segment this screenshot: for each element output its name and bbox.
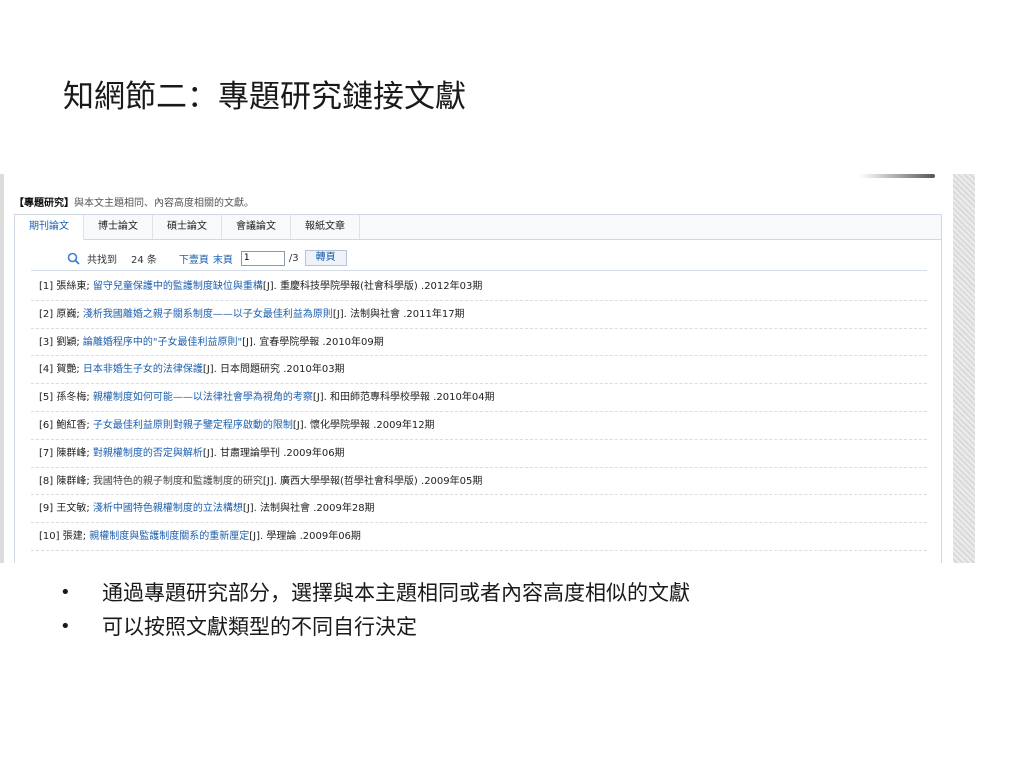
result-index: [10]: [39, 531, 60, 543]
pager: 共找到 24 条 下壹頁 末頁 /3 轉頁: [67, 249, 347, 267]
result-index: [9]: [39, 503, 54, 515]
result-index: [8]: [39, 475, 54, 487]
found-label: 共找到: [87, 254, 117, 266]
result-title-link[interactable]: 對親權制度的否定與解析: [93, 448, 203, 459]
result-row: [4] 賀艷; 日本非婚生子女的法律保護[J]. 日本問題研究 .2010年03…: [31, 356, 927, 385]
result-row: [8] 陳群峰; 我國特色的親子制度和監護制度的研究[J]. 廣西大學學報(哲學…: [31, 468, 927, 496]
result-row: [10] 張建; 親權制度與監護制度關系的重新厘定[J]. 學理論 .2009年…: [31, 523, 927, 551]
result-index: [3]: [39, 336, 54, 348]
bullet-item: 可以按照文獻類型的不同自行決定: [60, 610, 690, 644]
result-title-link[interactable]: 留守兒童保護中的監護制度缺位與重構: [93, 281, 263, 292]
tab-3[interactable]: 碩士論文: [153, 215, 222, 239]
result-index: [5]: [39, 392, 54, 404]
result-source: [J]. 重慶科技學院學報(社會科學版) .2012年03期: [262, 281, 483, 292]
result-author[interactable]: 賀艷;: [56, 364, 79, 375]
result-index: [2]: [39, 308, 54, 320]
results-panel: 期刊論文博士論文碩士論文會議論文報紙文章 共找到 24 条 下壹頁 末頁 /3 …: [14, 214, 942, 563]
result-source: [J]. 廣西大學學報(哲學社會科學版) .2009年05期: [262, 475, 483, 487]
slide-title: 知網節二：專題研究鏈接文獻: [63, 79, 466, 115]
result-index: [4]: [39, 364, 54, 376]
result-row: [7] 陳群峰; 對親權制度的否定與解析[J]. 甘肅理論學刊 .2009年06…: [31, 440, 927, 468]
results-list: [1] 張絲東; 留守兒童保護中的監護制度缺位與重構[J]. 重慶科技學院學報(…: [31, 273, 927, 551]
result-author[interactable]: 陳群峰;: [56, 448, 89, 459]
result-row: [3] 劉穎; 論離婚程序中的"子女最佳利益原則"[J]. 宜春學院學報 .20…: [31, 329, 927, 357]
result-author[interactable]: 鮑紅香;: [56, 420, 89, 431]
result-title-link[interactable]: 親權制度如何可能——以法律社會學為視角的考察: [93, 392, 313, 403]
tab-4[interactable]: 會議論文: [222, 215, 291, 239]
result-row: [5] 孫冬梅; 親權制度如何可能——以法律社會學為視角的考察[J]. 和田師范…: [31, 384, 927, 412]
screenshot-left-edge: [0, 174, 4, 563]
search-icon: [67, 252, 80, 265]
pager-divider: [31, 270, 927, 271]
tab-2[interactable]: 博士論文: [84, 215, 153, 239]
result-author[interactable]: 張建;: [63, 531, 86, 542]
result-row: [1] 張絲東; 留守兒童保護中的監護制度缺位與重構[J]. 重慶科技學院學報(…: [31, 273, 927, 301]
bullet-item: 通過專題研究部分，選擇與本主題相同或者內容高度相似的文獻: [60, 576, 690, 610]
result-index: [7]: [39, 447, 54, 459]
result-source: [J]. 宜春學院學報 .2010年09期: [242, 336, 384, 348]
result-author[interactable]: 劉穎;: [56, 337, 79, 348]
next-page-link[interactable]: 下壹頁: [179, 251, 209, 266]
page-number-input[interactable]: [240, 250, 285, 266]
result-author[interactable]: 原巍;: [56, 309, 79, 320]
result-row: [6] 鮑紅香; 子女最佳利益原則對親子鑒定程序啟動的限制[J]. 懷化學院學報…: [31, 412, 927, 440]
result-title-link[interactable]: 淺析中國特色親權制度的立法構想: [93, 503, 243, 514]
section-tag: 【專題研究】: [14, 198, 74, 209]
result-title-link[interactable]: 我國特色的親子制度和監護制度的研究: [93, 476, 263, 487]
result-source: [J]. 法制與社會 .2011年17期: [332, 308, 465, 320]
result-title-link[interactable]: 論離婚程序中的"子女最佳利益原則": [83, 337, 242, 348]
result-index: [1]: [39, 281, 54, 292]
last-page-link[interactable]: 末頁: [213, 251, 233, 266]
screenshot-right-border: [953, 174, 975, 563]
result-index: [6]: [39, 419, 54, 431]
document-type-tabs: 期刊論文 博士論文 碩士論文 會議論文 報紙文章: [15, 215, 941, 240]
result-source: [J]. 甘肅理論學刊 .2009年06期: [202, 447, 345, 459]
tab-5[interactable]: 報紙文章: [291, 215, 360, 239]
result-author[interactable]: 陳群峰;: [56, 476, 89, 487]
tab-1[interactable]: 期刊論文: [15, 215, 84, 240]
result-source: [J]. 日本問題研究 .2010年03期: [202, 364, 345, 376]
go-to-page-button[interactable]: 轉頁: [304, 250, 347, 266]
result-row: [9] 王文敏; 淺析中國特色親權制度的立法構想[J]. 法制與社會 .2009…: [31, 495, 927, 524]
result-author[interactable]: 王文敏;: [56, 503, 89, 514]
section-header: 【專題研究】與本文主題相同、內容高度相關的文獻。: [14, 194, 254, 209]
result-title-link[interactable]: 淺析我國離婚之親子關系制度——以子女最佳利益為原則: [83, 309, 333, 320]
result-count: 24 条: [131, 254, 157, 266]
screenshot-shadow: [860, 174, 935, 178]
section-description: 與本文主題相同、內容高度相關的文獻。: [74, 198, 254, 209]
cnki-screenshot: 【專題研究】與本文主題相同、內容高度相關的文獻。 期刊論文 博士論文 碩士論文 會議論…: [0, 174, 975, 563]
result-title-link[interactable]: 子女最佳利益原則對親子鑒定程序啟動的限制: [93, 420, 293, 431]
result-source: [J]. 學理論 .2009年06期: [249, 531, 361, 543]
result-source: [J]. 和田師范專科學校學報 .2010年04期: [312, 392, 495, 404]
result-title-link[interactable]: 親權制度與監護制度關系的重新厘定: [89, 531, 249, 542]
result-author[interactable]: 張絲東;: [56, 281, 89, 292]
total-pages: /3: [288, 252, 299, 264]
result-row: [2] 原巍; 淺析我國離婚之親子關系制度——以子女最佳利益為原則[J]. 法制…: [31, 301, 927, 329]
result-source: [J]. 懷化學院學報 .2009年12期: [292, 419, 435, 431]
result-title-link[interactable]: 日本非婚生子女的法律保護: [83, 364, 203, 375]
result-source: [J]. 法制與社會 .2009年28期: [242, 503, 375, 515]
bullet-list: 通過專題研究部分，選擇與本主題相同或者內容高度相似的文獻可以按照文獻類型的不同自…: [60, 576, 690, 644]
result-author[interactable]: 孫冬梅;: [56, 392, 89, 403]
